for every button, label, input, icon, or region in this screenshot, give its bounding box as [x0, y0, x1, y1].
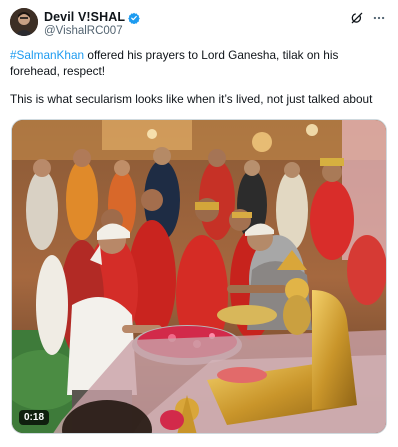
- verified-badge-icon: [128, 11, 140, 25]
- author-display-name[interactable]: Devil V!SHAL: [44, 10, 125, 24]
- video-player[interactable]: 0:18: [11, 119, 387, 434]
- tweet-header: Devil V!SHAL @VishalRC007: [10, 8, 388, 40]
- tweet-text: #SalmanKhan offered his prayers to Lord …: [10, 47, 390, 107]
- video-frame: [12, 120, 386, 433]
- hashtag-link[interactable]: #SalmanKhan: [10, 48, 84, 62]
- avatar[interactable]: [10, 8, 38, 36]
- author-handle[interactable]: @VishalRC007: [44, 25, 140, 37]
- tweet-line-2: This is what secularism looks like when …: [10, 92, 373, 106]
- more-horizontal-icon[interactable]: [372, 11, 386, 25]
- tweet-line-1: #SalmanKhan offered his prayers to Lord …: [10, 47, 390, 79]
- grok-icon[interactable]: [350, 11, 364, 25]
- video-duration-badge: 0:18: [19, 410, 50, 425]
- author-names: Devil V!SHAL @VishalRC007: [44, 10, 140, 37]
